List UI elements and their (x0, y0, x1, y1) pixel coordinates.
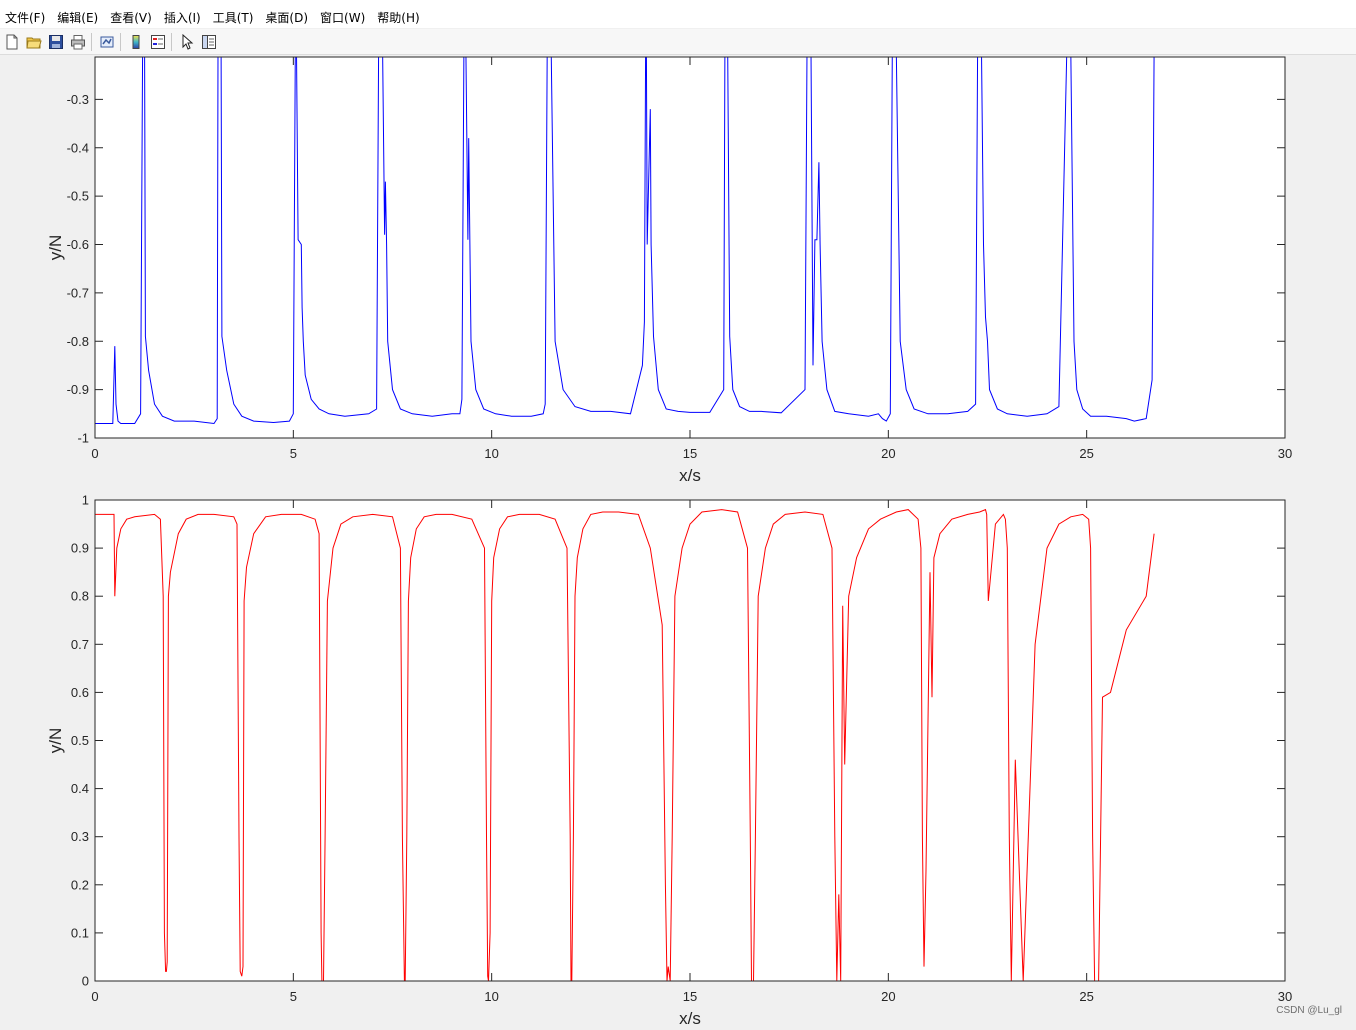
toolbar-separator (120, 32, 121, 51)
figure-plots: 0 5 10 15 20 25 30-1-0.9-0.8-0.7-0.6-0.5-0.4-0… (46, 56, 1292, 1029)
x-tick-label: 25 (1079, 989, 1093, 1004)
link-plot-icon[interactable] (97, 32, 117, 52)
x-tick-label: 30 (1278, 446, 1292, 461)
axes-1: 0 5 10 15 20 25 30 -1 -0.9 -0.8 -0.7 -0.6 -0.5 -0.4 -0… (46, 56, 1292, 485)
menu-file[interactable]: 文件(F) (0, 9, 51, 26)
save-icon[interactable] (46, 32, 66, 52)
x-tick-label: 10 (484, 446, 498, 461)
x-tick-label: 30 (1278, 989, 1292, 1004)
y-tick-label: 0.1 (71, 925, 89, 940)
y-tick-label: -0.9 (67, 382, 89, 397)
y-tick-label: -0.3 (67, 92, 89, 107)
x-axis-label: x/s (679, 1009, 701, 1026)
menu-help[interactable]: 帮助(H) (371, 9, 425, 26)
x-tick-label: 25 (1079, 446, 1093, 461)
y-tick-label: -0.6 (67, 237, 89, 252)
plot-area (95, 57, 1285, 438)
y-tick-label: -0.5 (67, 189, 89, 204)
y-tick-label: 0.6 (71, 685, 89, 700)
y-tick-label: -1 (77, 431, 89, 446)
toolbar-separator (91, 32, 92, 51)
legend-icon[interactable] (148, 32, 168, 52)
axes-2: 0 5 10 15 20 25 30 0 0.1 0.2 0.3 0.4 0.5 0.6 0.7 0.8 0.9… (46, 493, 1292, 1029)
menu-tools[interactable]: 工具(T) (207, 9, 260, 26)
x-tick-label: 0 (91, 989, 98, 1004)
x-tick-label: 0 (91, 446, 98, 461)
x-axis-label: x/s (679, 466, 701, 485)
menu-edit[interactable]: 编辑(E) (51, 9, 104, 26)
y-tick-label: 0.5 (71, 733, 89, 748)
y-tick-label: 0.7 (71, 637, 89, 652)
print-icon[interactable] (68, 32, 88, 52)
menu-bar: 文件(F) 编辑(E) 查看(V) 插入(I) 工具(T) 桌面(D) 窗口(W… (0, 6, 1356, 28)
x-tick-label: 5 (290, 989, 297, 1004)
colorbar-icon[interactable] (126, 32, 146, 52)
y-tick-label: 0 (82, 974, 89, 989)
y-axis-label: y/N (46, 728, 65, 754)
x-tick-label: 15 (683, 989, 697, 1004)
menu-desktop[interactable]: 桌面(D) (259, 9, 314, 26)
y-tick-label: 0.4 (71, 781, 89, 796)
y-tick-label: 0.9 (71, 541, 89, 556)
x-tick-label: 10 (484, 989, 498, 1004)
open-file-icon[interactable] (24, 32, 44, 52)
x-tick-label: 5 (290, 446, 297, 461)
y-tick-label: 1 (82, 493, 89, 508)
watermark: CSDN @Lu_gl (1276, 1005, 1342, 1016)
y-tick-label: -0.8 (67, 334, 89, 349)
pointer-icon[interactable] (177, 32, 197, 52)
y-tick-label: 0.8 (71, 589, 89, 604)
y-tick-label: 0.2 (71, 877, 89, 892)
toolbar-separator (171, 32, 172, 51)
menu-view[interactable]: 查看(V) (104, 9, 158, 26)
figure-toolbar (0, 29, 1356, 55)
figure-canvas: 0 5 10 15 20 25 30 -1 -0.9 -0.8 -0.7 -0.6 -0.5 -0.4 -0… (0, 55, 1356, 1029)
menu-insert[interactable]: 插入(I) (158, 9, 207, 26)
menu-window[interactable]: 窗口(W) (314, 9, 371, 26)
x-tick-label: 20 (881, 989, 895, 1004)
new-figure-icon[interactable] (2, 32, 22, 52)
y-axis-label: y/N (46, 235, 65, 261)
y-tick-label: -0.7 (67, 285, 89, 300)
y-tick-label: -0.4 (67, 140, 89, 155)
x-tick-label: 15 (683, 446, 697, 461)
x-tick-label: 20 (881, 446, 895, 461)
y-tick-label: 0.3 (71, 829, 89, 844)
property-inspector-icon[interactable] (199, 32, 219, 52)
plot-area (95, 500, 1285, 981)
